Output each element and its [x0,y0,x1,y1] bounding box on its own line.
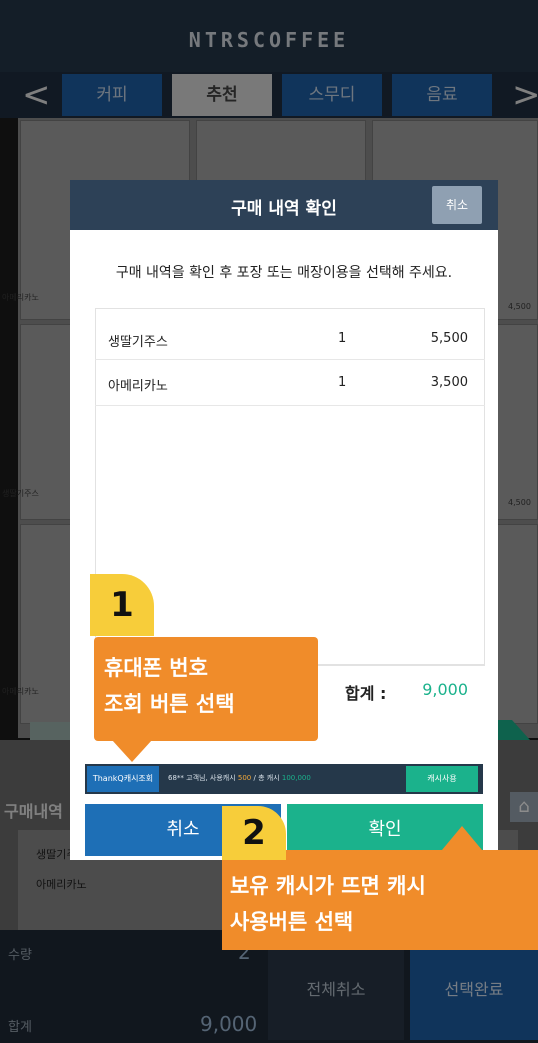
cash-info-mid: / 총 캐시 [251,774,282,782]
step1-callout-pointer [112,740,152,762]
thankq-cash-lookup-button[interactable]: ThankQ캐시조회 [87,766,159,792]
cash-info-prefix: 68** 고객님, 사용캐시 [168,774,238,782]
order-item-name: 아메리카노 [108,379,168,394]
order-item-price: 5,500 [430,331,468,346]
modal-total-label: 합계 : [345,684,387,703]
cash-use-amount: 500 [237,774,252,782]
step1-callout-line2: 조회 버튼 선택 [104,692,235,716]
cash-info-text: 68** 고객님, 사용캐시 500 / 총 캐시 100,000 [168,773,311,783]
cash-total-amount: 100,000 [281,774,311,782]
modal-total-value: 9,000 [422,680,468,699]
step2-callout-pointer [442,826,482,850]
step1-callout-line1: 휴대폰 번호 [104,656,208,680]
step1-badge: 1 [90,574,154,636]
order-item-name: 생딸기주스 [108,335,168,350]
step2-callout-line2: 사용버튼 선택 [230,910,354,934]
modal-message: 구매 내역을 확인 후 포장 또는 매장이용을 선택해 주세요. [115,265,453,281]
cash-use-button[interactable]: 캐시사용 [406,766,478,792]
step2-badge: 2 [222,806,286,860]
order-item-price: 3,500 [430,375,468,390]
modal-close-button[interactable]: 취소 [432,186,482,224]
order-item-qty: 1 [338,375,347,390]
step2-callout-line1: 보유 캐시가 뜨면 캐시 [230,874,426,898]
order-item-qty: 1 [338,331,347,346]
